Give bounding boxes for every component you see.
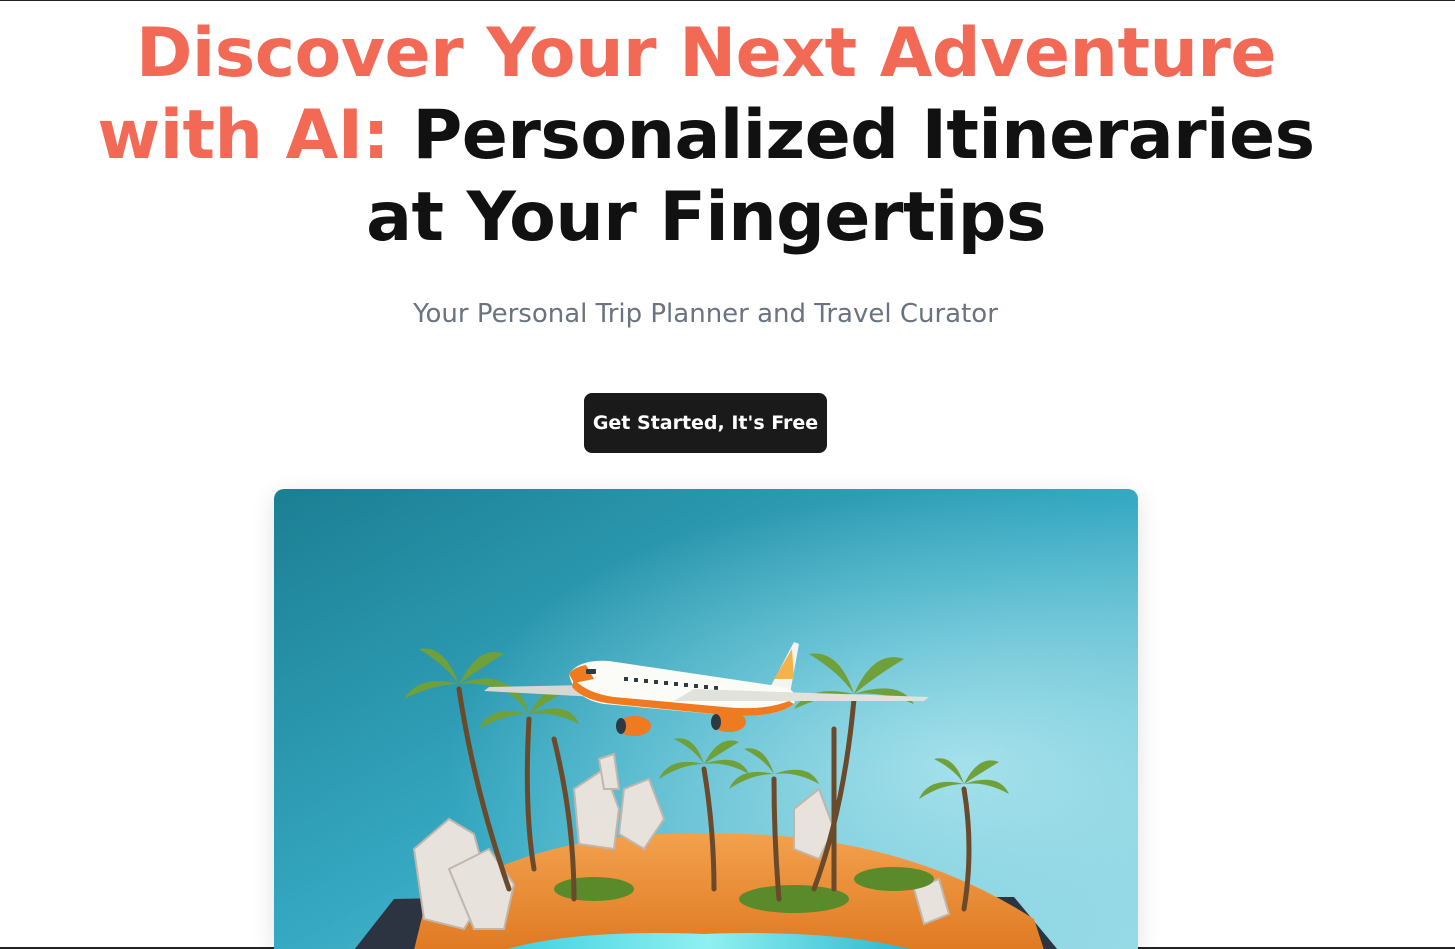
hero-subtitle: Your Personal Trip Planner and Travel Cu…	[413, 299, 998, 329]
hero-headline: Discover Your Next Adventure with AI: Pe…	[60, 13, 1352, 259]
hero-section: Discover Your Next Adventure with AI: Pe…	[0, 1, 1455, 949]
get-started-button[interactable]: Get Started, It's Free	[584, 393, 827, 453]
hero-image	[274, 489, 1138, 949]
headline-main: Personalized Itineraries at Your Fingert…	[366, 96, 1315, 257]
airplane-island-illustration	[274, 489, 1138, 949]
